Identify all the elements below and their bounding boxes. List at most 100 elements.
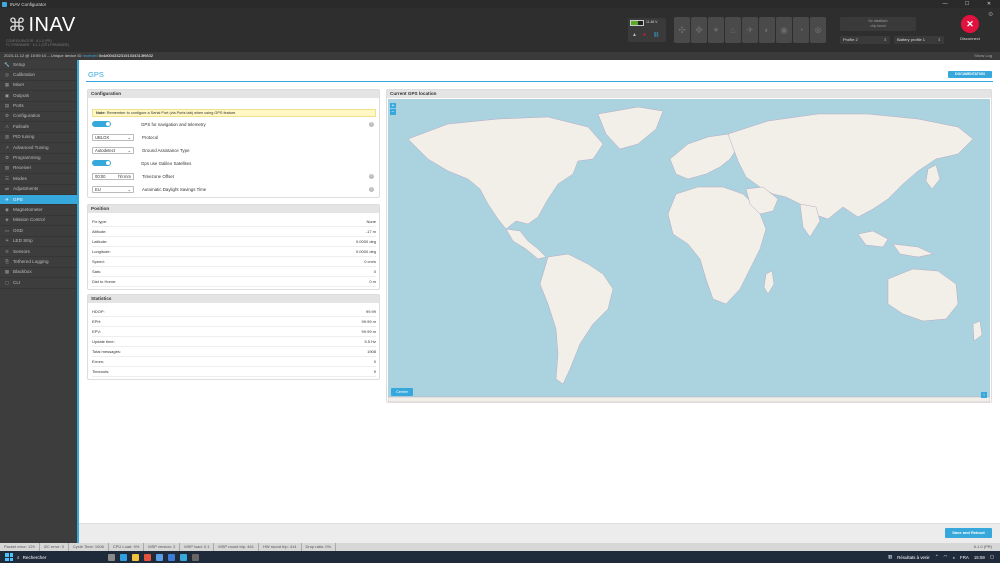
galileo-toggle[interactable] [92,160,111,166]
explorer-icon[interactable] [132,553,140,561]
protocol-row: UBLOX ⌄ Protocol [92,132,377,142]
sidebar-item-pid-tuning[interactable]: ▥ PID tuning [0,133,79,144]
help-icon[interactable]: ? [369,121,374,127]
position-row: Latitude: 0.0000 deg [92,237,376,247]
edge-icon[interactable] [120,553,128,561]
sidebar-item-advanced-tuning[interactable]: ↗ Advanced Tuning [0,143,79,154]
statistics-panel: Statistics HDOP: 99.99 EPH: 99.99 m EPV: 99.9… [87,294,380,380]
tray-chevron-icon[interactable]: ⌃ [935,554,939,560]
dst-select[interactable]: EU ⌄ [92,185,134,193]
stats-row: Update time: 5.5 Hz [92,337,376,347]
stats-value: 99.99 m [361,329,376,334]
news-text[interactable]: Résultats à venir [897,555,930,560]
gps-enable-toggle[interactable] [92,121,111,127]
ground-assist-value: Autodetect [95,147,116,153]
network-icon[interactable]: ◠ [944,554,948,560]
maximize-button[interactable]: ☐ [956,0,978,8]
map-attribution-button[interactable]: i [981,392,987,398]
disconnect-button[interactable]: ✕ Disconnect [954,15,986,49]
help-icon[interactable]: ? [369,173,374,179]
world-map-graphic [388,106,990,402]
sidebar-item-label: Failsafe [13,123,30,129]
task-view-icon[interactable] [108,553,116,561]
stats-key: Update time: [92,339,115,344]
center-map-button[interactable]: Center [391,388,413,396]
protocol-select[interactable]: UBLOX ⌄ [92,133,134,141]
news-icon[interactable]: ▥ [888,554,892,560]
sonar-sensor-icon: ◉ [776,17,792,43]
note-text: Remember to configure a Serial Port (via… [106,111,237,115]
link-icon: ⛓ [653,32,660,38]
sidebar-item-failsafe[interactable]: ⚠ Failsafe [0,122,79,133]
sidebar-item-magnetometer[interactable]: ◉ Magnetometer [0,205,79,216]
sidebar-item-outputs[interactable]: ▣ Outputs [0,91,79,102]
world-map[interactable]: + − Center i [388,99,990,402]
i2c-error: I2C error: 0 [40,543,69,551]
status-footer: Packet error: 129 I2C error: 0 Cycle Tim… [0,543,1000,551]
hw-round-trip: HW round trip: 414 [259,543,302,551]
sidebar-item-blackbox[interactable]: ▩ Blackbox [0,268,79,279]
sidebar-item-label: Configuration [13,113,41,119]
sidebar-item-programming[interactable]: ⚙ Programming [0,154,79,164]
sidebar-item-label: CLI [13,279,21,285]
ground-assist-label: Ground Assistance Type [142,147,190,153]
profile-select[interactable]: Profile 2 ⇕ [840,36,890,44]
terminal-icon[interactable] [192,553,200,561]
sidebar-item-icon: ☰ [4,175,10,181]
sidebar-item-label: OSD [13,227,23,233]
sidebar-item-label: Adjustments [13,186,39,192]
position-key: Sats: [92,269,102,274]
chrome-icon[interactable] [144,553,152,561]
cycle-time: Cycle Time: 1006 [69,543,109,551]
sidebar-item-sensors[interactable]: ≋ Sensors [0,247,79,258]
show-log-link[interactable]: Show Log [974,52,992,60]
gps-map-panel: Current GPS location + − Center i [386,89,992,403]
gyro-sensor-icon: ✣ [674,17,690,43]
msp-version: MSP version: 2 [144,543,181,551]
sidebar-item-mixer[interactable]: ▦ Mixer [0,81,79,92]
help-icon[interactable]: ? [369,186,374,192]
mail-icon[interactable] [168,553,176,561]
sidebar-item-adjustments[interactable]: ⇄ Adjustments [0,185,79,196]
notification-icon[interactable]: ▢ [990,554,994,560]
sidebar-item-cli[interactable]: ▢ CLI [0,278,79,289]
store-icon[interactable] [156,553,164,561]
dst-value: EU [95,186,101,192]
settings-gear-icon[interactable]: ⚙ [988,11,993,18]
sidebar-item-modes[interactable]: ☰ Modes [0,174,79,185]
timezone-input[interactable]: 00:00 hh:mm [92,172,134,180]
sidebar-item-icon: ▦ [4,82,10,88]
disconnect-label: Disconnect [960,36,980,41]
sidebar-item-calibration[interactable]: ◎ Calibration [0,70,79,81]
sidebar-item-receiver[interactable]: ▧ Receiver [0,164,79,175]
sidebar-item-mission-control[interactable]: ◈ Mission Control [0,216,79,227]
save-and-reboot-button[interactable]: Save and Reboot [945,528,992,538]
zoom-out-button[interactable]: − [390,109,396,115]
inav-app-icon[interactable] [180,553,188,561]
minimize-button[interactable]: — [934,0,956,8]
position-row: Speed: 0 cm/s [92,257,376,267]
taskbar-search[interactable]: Rechercher [23,555,47,560]
sidebar-item-label: Tethered Logging [13,258,49,264]
clock[interactable]: 15:59 [974,555,985,560]
documentation-button[interactable]: DOCUMENTATION [948,71,992,78]
volume-icon[interactable]: ◖ [952,555,955,560]
sidebar-item-tethered-logging[interactable]: ⎘ Tethered Logging [0,257,79,268]
sidebar-item-osd[interactable]: ▭ OSD [0,226,79,237]
sidebar-item-setup[interactable]: 🔧 Setup [0,60,79,71]
sidebar-item-label: Receiver [13,165,32,171]
sidebar-item-icon: ⚙ [4,155,10,161]
stats-key: Total messages: [92,349,121,354]
ground-assist-select[interactable]: Autodetect ⌄ [92,146,134,154]
battery-profile-select[interactable]: Battery profile 1 ⇕ [894,36,944,44]
sidebar-item-gps[interactable]: ✈ GPS [0,195,79,206]
windows-start-icon[interactable] [5,553,13,561]
sidebar-item-icon: ≋ [5,248,9,254]
search-icon[interactable]: ⌕ [17,555,20,560]
keyboard-lang[interactable]: FRA [960,555,969,560]
packet-error: Packet error: 129 [0,543,40,551]
sidebar-item-led-strip[interactable]: ☀ LED Strip [0,237,79,248]
sidebar-item-ports[interactable]: ▤ Ports [0,102,79,112]
sidebar-item-configuration[interactable]: ⚙ Configuration [0,112,79,123]
close-button[interactable]: ✕ [978,0,1000,8]
